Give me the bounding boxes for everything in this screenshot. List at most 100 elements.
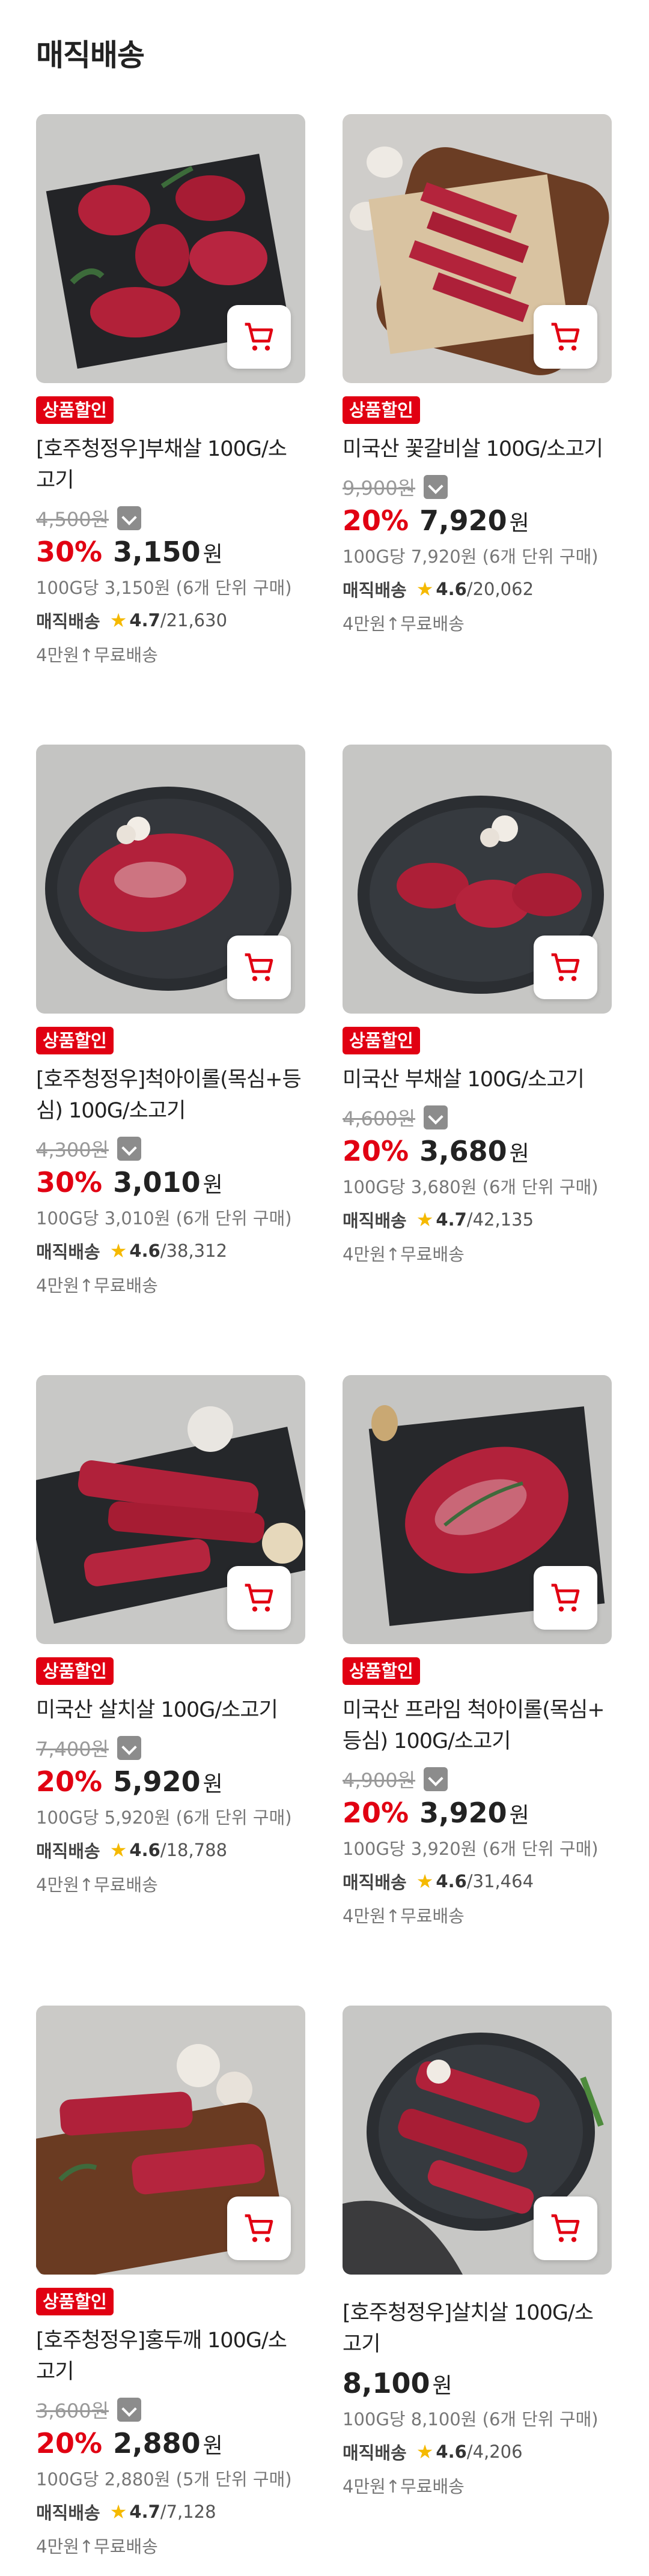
shipping-info: 4만원↑무료배송	[343, 614, 465, 634]
product-card[interactable]: 상품할인 미국산 살치살 100G/소고기 7,400원 20% 5,920 원…	[36, 1375, 305, 1896]
chevron-down-icon[interactable]	[117, 2398, 142, 2422]
product-image[interactable]	[36, 745, 305, 1014]
product-card[interactable]: 상품할인 미국산 프라임 척아이롤(목심+ 등심) 100G/소고기 4,900…	[343, 1375, 612, 1927]
product-name-line2: 고기	[36, 468, 74, 492]
chevron-down-icon[interactable]	[424, 1105, 448, 1129]
add-to-cart-button[interactable]	[227, 1566, 291, 1630]
cart-icon	[551, 2214, 580, 2242]
star-icon: ★	[416, 1208, 434, 1231]
unit-price: 100G당 3,680원 (6개 단위 구매)	[343, 1177, 599, 1197]
review-count: /42,135	[466, 1209, 534, 1230]
review-count: /31,464	[466, 1871, 534, 1891]
product-name[interactable]: 미국산 프라임 척아이롤(목심+ 등심) 100G/소고기	[343, 1695, 612, 1757]
product-image[interactable]	[36, 1375, 305, 1644]
unit-price: 100G당 5,920원 (6개 단위 구매)	[36, 1807, 292, 1828]
star-icon: ★	[109, 2500, 127, 2523]
original-price-row: 3,600원	[36, 2396, 305, 2423]
cart-icon	[245, 1583, 273, 1612]
product-card[interactable]: 상품할인 [호주청정우]부채살 100G/소 고기 4,500원 30% 3,1…	[36, 114, 305, 667]
product-name[interactable]: 미국산 꽃갈비살 100G/소고기	[343, 434, 612, 465]
chevron-down-icon[interactable]	[117, 1137, 142, 1161]
shipping-info: 4만원↑무료배송	[343, 1906, 465, 1926]
review-count: /21,630	[160, 610, 228, 630]
shipping-info: 4만원↑무료배송	[36, 1875, 158, 1895]
product-name[interactable]: [호주청정우]부채살 100G/소 고기	[36, 434, 305, 496]
product-image[interactable]	[343, 745, 612, 1014]
add-to-cart-button[interactable]	[534, 936, 597, 999]
add-to-cart-button[interactable]	[534, 2197, 597, 2260]
product-card[interactable]: [호주청정우]살치살 100G/소 고기 8,100 원 100G당 8,100…	[343, 2006, 612, 2498]
product-name[interactable]: [호주청정우]홍두깨 100G/소 고기	[36, 2325, 305, 2387]
discount-badge: 상품할인	[343, 1027, 420, 1054]
sale-price: 2,880	[113, 2427, 201, 2460]
product-image[interactable]	[343, 1375, 612, 1644]
product-name[interactable]: 미국산 살치살 100G/소고기	[36, 1695, 305, 1726]
add-to-cart-button[interactable]	[534, 305, 597, 369]
unit-price: 100G당 8,100원 (6개 단위 구매)	[343, 2409, 599, 2429]
rating-row: 매직배송 ★ 4.6 /18,788	[36, 1837, 305, 1863]
rating-row: 매직배송 ★ 4.6 /20,062	[343, 576, 612, 602]
shipping-info: 4만원↑무료배송	[36, 2536, 158, 2557]
discount-badge: 상품할인	[36, 2288, 114, 2315]
original-price-row: 4,600원	[343, 1104, 612, 1131]
add-to-cart-button[interactable]	[227, 936, 291, 999]
product-card[interactable]: 상품할인 [호주청정우]척아이롤(목심+등 심) 100G/소고기 4,300원…	[36, 745, 305, 1297]
product-section: 매직배송 상품할인 [호주청정우]부채살 100G/소 고기 4,500원 30…	[0, 0, 649, 2576]
delivery-label: 매직배송	[36, 1841, 100, 1861]
product-name[interactable]: [호주청정우]살치살 100G/소 고기	[343, 2297, 612, 2360]
product-image[interactable]	[343, 114, 612, 383]
star-icon: ★	[416, 1870, 434, 1893]
rating-score: 4.6	[129, 1840, 160, 1860]
unit-price: 100G당 3,920원 (6개 단위 구매)	[343, 1839, 599, 1859]
product-card[interactable]: 상품할인 [호주청정우]홍두깨 100G/소 고기 3,600원 20% 2,8…	[36, 2006, 305, 2558]
price-row: 30% 3,150 원	[36, 536, 305, 568]
price-row: 30% 3,010 원	[36, 1166, 305, 1199]
rating-row: 매직배송 ★ 4.6 /38,312	[36, 1238, 305, 1263]
add-to-cart-button[interactable]	[534, 1566, 597, 1630]
price-row: 20% 2,880 원	[36, 2427, 305, 2460]
delivery-label: 매직배송	[343, 2443, 407, 2463]
currency-unit: 원	[509, 511, 529, 536]
rating-row: 매직배송 ★ 4.7 /21,630	[36, 608, 305, 633]
product-image[interactable]	[343, 2006, 612, 2275]
product-name-line2: 고기	[36, 2360, 74, 2384]
product-image[interactable]	[36, 2006, 305, 2275]
currency-unit: 원	[203, 542, 223, 567]
original-price: 9,900원	[343, 477, 416, 500]
chevron-down-icon[interactable]	[424, 1767, 448, 1791]
star-icon: ★	[109, 609, 127, 632]
original-price: 4,900원	[343, 1769, 416, 1792]
price-row: 20% 3,680 원	[343, 1135, 612, 1167]
currency-unit: 원	[203, 2434, 223, 2458]
product-name[interactable]: [호주청정우]척아이롤(목심+등 심) 100G/소고기	[36, 1064, 305, 1126]
product-card[interactable]: 상품할인 미국산 부채살 100G/소고기 4,600원 20% 3,680 원…	[343, 745, 612, 1266]
product-card[interactable]: 상품할인 미국산 꽃갈비살 100G/소고기 9,900원 20% 7,920 …	[343, 114, 612, 635]
chevron-down-icon[interactable]	[117, 1736, 142, 1760]
cart-icon	[245, 322, 273, 351]
product-name-line1: [호주청정우]홍두깨 100G/소	[36, 2329, 287, 2353]
product-name-line1: [호주청정우]척아이롤(목심+등	[36, 1068, 302, 1092]
chevron-down-icon[interactable]	[424, 475, 448, 499]
product-name[interactable]: 미국산 부채살 100G/소고기	[343, 1064, 612, 1095]
add-to-cart-button[interactable]	[227, 2197, 291, 2260]
unit-price: 100G당 3,150원 (6개 단위 구매)	[36, 578, 292, 598]
unit-price: 100G당 7,920원 (6개 단위 구매)	[343, 546, 599, 567]
currency-unit: 원	[509, 1803, 529, 1828]
product-name-line2: 고기	[343, 2332, 380, 2356]
rating-row: 매직배송 ★ 4.6 /31,464	[343, 1869, 612, 1894]
section-title: 매직배송	[36, 38, 145, 73]
sale-price: 7,920	[419, 504, 507, 537]
chevron-down-icon[interactable]	[117, 506, 142, 530]
delivery-label: 매직배송	[343, 580, 407, 600]
original-price-row: 4,500원	[36, 504, 305, 532]
delivery-label: 매직배송	[36, 1242, 100, 1262]
discount-rate: 20%	[343, 1135, 409, 1167]
original-price: 4,600원	[343, 1107, 416, 1130]
product-image[interactable]	[36, 114, 305, 383]
delivery-label: 매직배송	[343, 1211, 407, 1231]
product-name-line2: 심) 100G/소고기	[36, 1099, 186, 1123]
rating-row: 매직배송 ★ 4.7 /42,135	[343, 1207, 612, 1232]
star-icon: ★	[416, 578, 434, 600]
add-to-cart-button[interactable]	[227, 305, 291, 369]
review-count: /4,206	[466, 2441, 523, 2462]
